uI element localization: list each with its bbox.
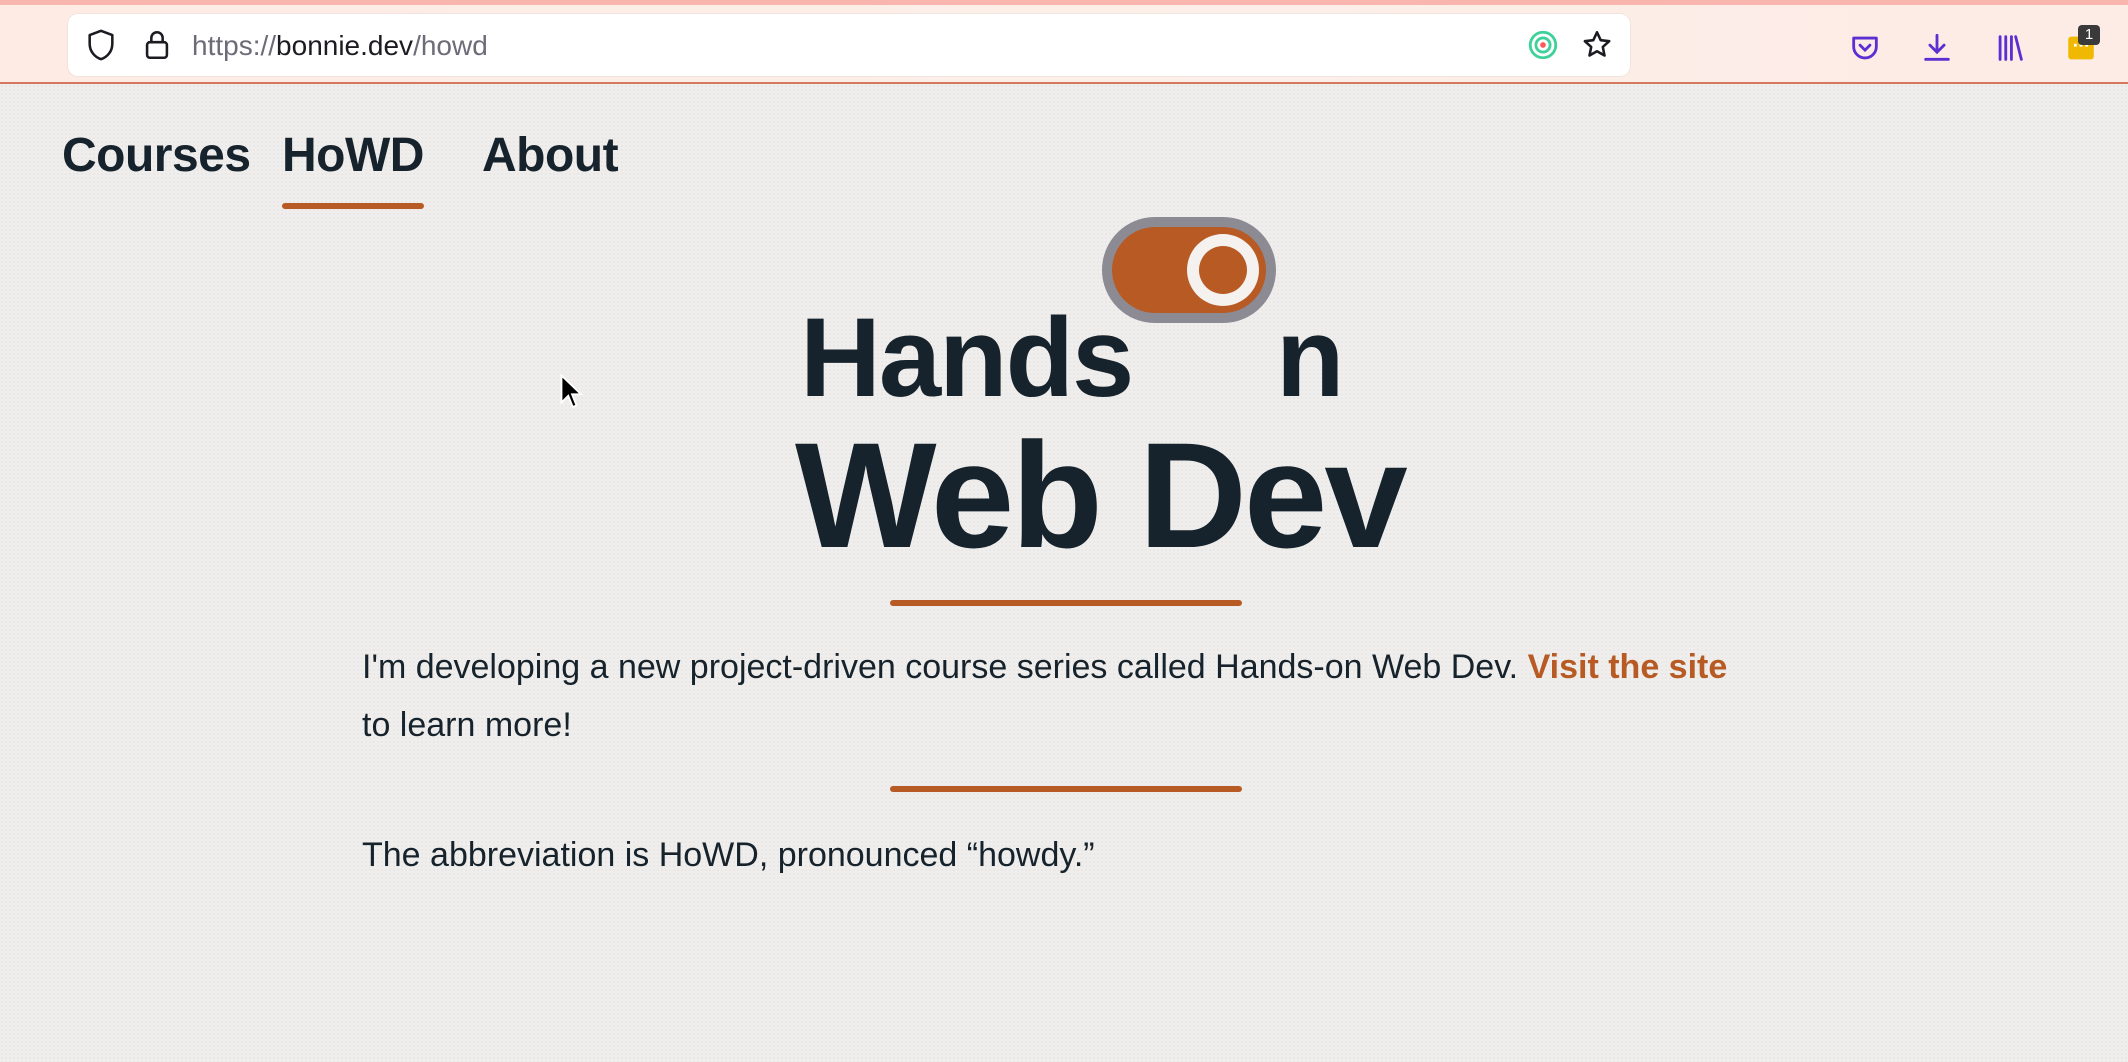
toggle-track xyxy=(1112,227,1266,313)
nav-link-howd[interactable]: HoWD xyxy=(282,128,424,209)
logo-hands-text: Hands xyxy=(800,295,1134,420)
url-text[interactable]: https://bonnie.dev/howd xyxy=(192,29,488,63)
mouse-cursor-icon xyxy=(560,374,584,409)
extension-target-icon[interactable] xyxy=(1526,28,1560,62)
visit-site-link[interactable]: Visit the site xyxy=(1528,648,1728,686)
library-icon[interactable] xyxy=(1993,31,2027,65)
url-scheme: https:// xyxy=(192,30,277,61)
logo-n-text: n xyxy=(1276,295,1345,420)
divider-bottom xyxy=(890,786,1242,792)
url-domain: bonnie.dev xyxy=(276,30,414,61)
abbreviation-paragraph: The abbreviation is HoWD, pronounced “ho… xyxy=(362,836,1095,874)
browser-toolbar: https://bonnie.dev/howd 1 xyxy=(0,0,2128,84)
url-bar[interactable]: https://bonnie.dev/howd xyxy=(68,14,1630,76)
intro-paragraph: I'm developing a new project-driven cour… xyxy=(362,638,1762,754)
download-icon[interactable] xyxy=(1920,31,1954,65)
extension-badge: 1 xyxy=(2078,25,2100,45)
toggle-switch-icon xyxy=(1102,217,1276,323)
divider-top xyxy=(890,600,1242,606)
lock-icon[interactable] xyxy=(140,28,174,62)
logo-web-dev-text: Web Dev xyxy=(795,411,1408,579)
url-path: /howd xyxy=(413,30,488,61)
nav-link-courses[interactable]: Courses xyxy=(62,128,251,183)
pocket-icon[interactable] xyxy=(1848,31,1882,65)
intro-text-after: to learn more! xyxy=(362,706,572,744)
toggle-knob xyxy=(1187,234,1259,306)
intro-text: I'm developing a new project-driven cour… xyxy=(362,648,1519,686)
bookmark-star-icon[interactable] xyxy=(1580,28,1614,62)
shield-icon[interactable] xyxy=(84,28,118,62)
nav-link-about[interactable]: About xyxy=(482,128,619,183)
